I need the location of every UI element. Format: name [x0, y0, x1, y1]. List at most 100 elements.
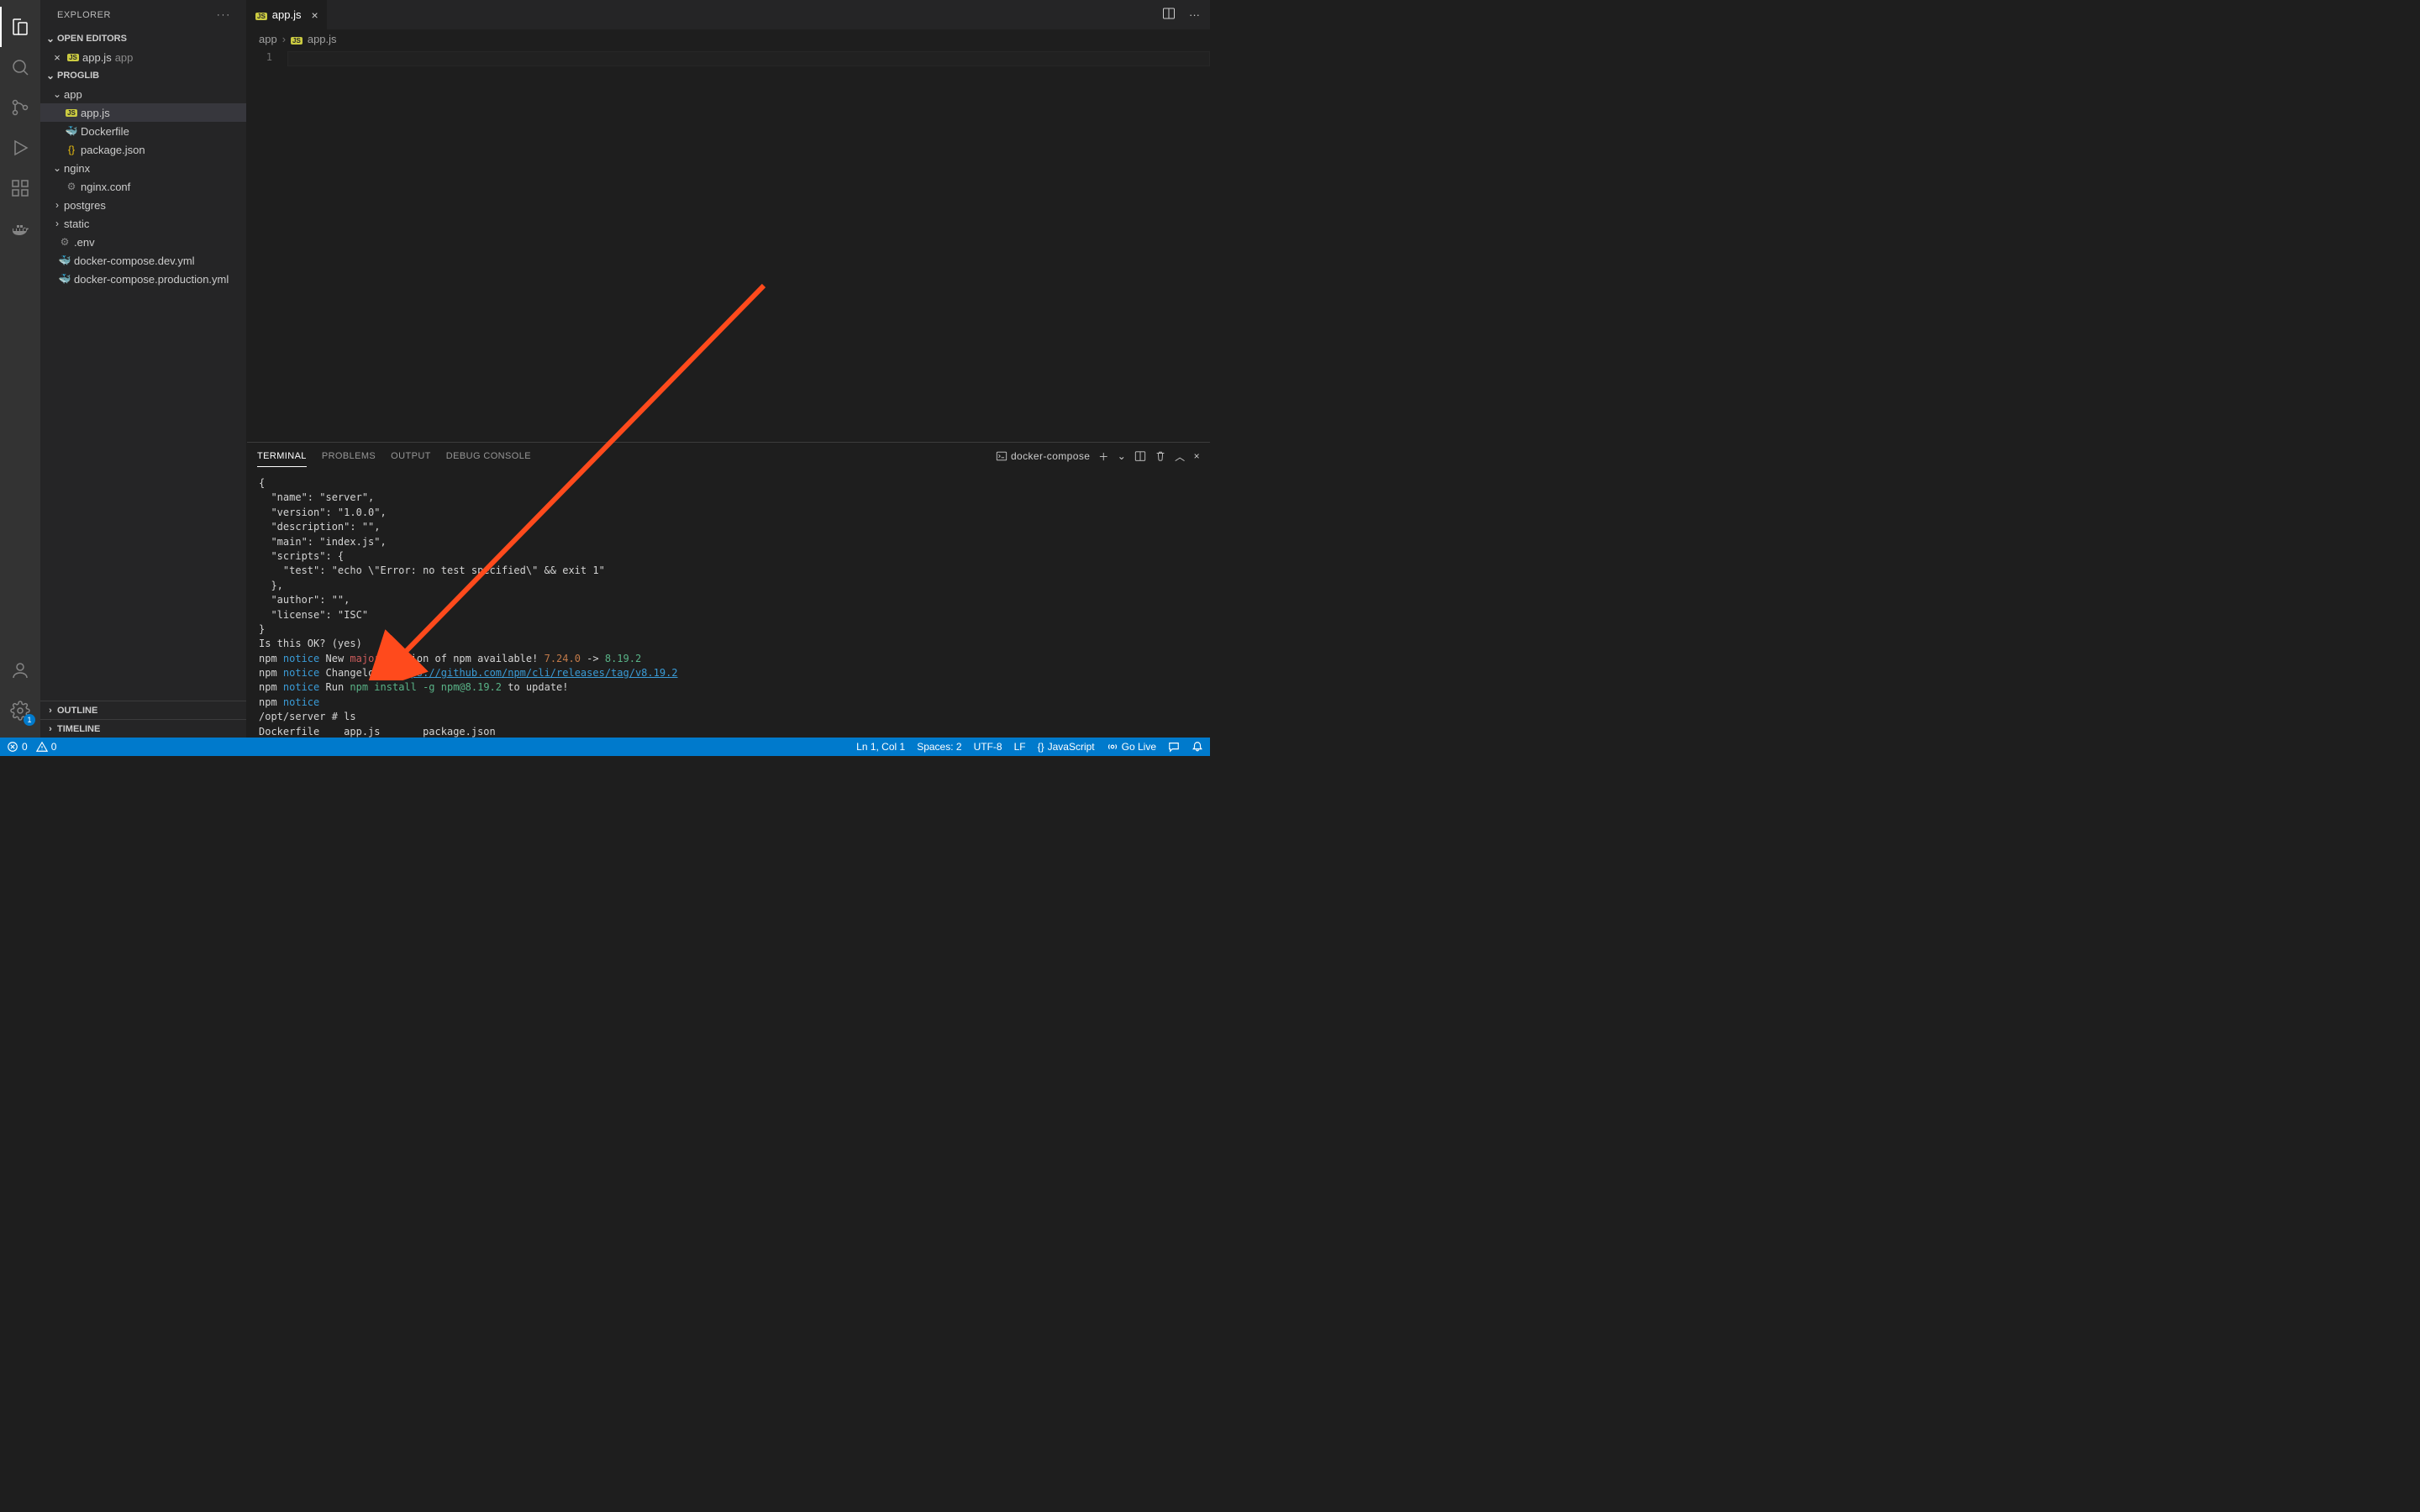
folder-label: postgres [64, 199, 106, 212]
status-spaces[interactable]: Spaces: 2 [917, 741, 961, 753]
outline-label: OUTLINE [57, 706, 97, 716]
status-language-label: JavaScript [1048, 741, 1095, 753]
terminal-line: npm notice Changelog: https://github.com… [259, 666, 1198, 680]
folder-static[interactable]: › static [40, 214, 246, 233]
js-file-icon: JS [291, 33, 302, 45]
tab-app-js[interactable]: JS app.js × [247, 0, 328, 29]
chevron-right-icon: › [282, 33, 286, 45]
source-control-icon[interactable] [0, 87, 40, 128]
open-editor-item[interactable]: × JS app.js app [40, 48, 246, 66]
more-actions-icon[interactable]: ··· [1186, 5, 1203, 24]
folder-label: static [64, 218, 89, 230]
status-errors[interactable]: 0 [7, 741, 28, 753]
status-language[interactable]: {} JavaScript [1038, 741, 1095, 753]
split-terminal-icon[interactable] [1134, 450, 1146, 462]
file-label: package.json [81, 144, 145, 156]
file-app-js[interactable]: JS app.js [40, 103, 246, 122]
file-nginx-conf[interactable]: ⚙ nginx.conf [40, 177, 246, 196]
kill-terminal-icon[interactable] [1155, 450, 1166, 462]
tabs-bar: JS app.js × ··· [247, 0, 1210, 29]
editor-body[interactable]: 1 [247, 48, 1210, 442]
panel-tabs: TERMINAL PROBLEMS OUTPUT DEBUG CONSOLE d… [247, 443, 1210, 470]
terminal-line: } [259, 622, 1198, 637]
chevron-right-icon: › [50, 218, 64, 229]
terminal-line: npm notice [259, 696, 1198, 710]
close-icon[interactable]: × [312, 8, 318, 22]
terminal-line: "version": "1.0.0", [259, 506, 1198, 520]
status-golive[interactable]: Go Live [1107, 741, 1156, 753]
accounts-icon[interactable] [0, 650, 40, 690]
tab-terminal[interactable]: TERMINAL [257, 446, 307, 467]
tab-output[interactable]: OUTPUT [391, 446, 431, 466]
terminal-line: Dockerfile app.js package.json [259, 725, 1198, 738]
config-file-icon: ⚙ [64, 181, 79, 192]
tab-problems[interactable]: PROBLEMS [322, 446, 376, 466]
terminal-line: /opt/server # ls [259, 710, 1198, 724]
timeline-label: TIMELINE [57, 724, 100, 734]
status-feedback-icon[interactable] [1168, 741, 1180, 753]
status-warnings-count: 0 [51, 741, 57, 753]
chevron-down-icon: ⌄ [50, 88, 64, 100]
open-editors-section[interactable]: ⌄ OPEN EDITORS [40, 29, 246, 48]
terminal-name[interactable]: docker-compose [996, 450, 1090, 462]
terminal-line: { [259, 476, 1198, 491]
terminal-dropdown-icon[interactable]: ⌄ [1118, 450, 1126, 462]
docker-file-icon: 🐳 [57, 273, 72, 285]
settings-gear-icon[interactable]: 1 [0, 690, 40, 731]
file-label: docker-compose.dev.yml [74, 255, 195, 267]
file-label: nginx.conf [81, 181, 130, 193]
status-lncol[interactable]: Ln 1, Col 1 [856, 741, 905, 753]
sidebar: EXPLORER ··· ⌄ OPEN EDITORS × JS app.js … [40, 0, 247, 738]
editor-gutter: 1 [247, 48, 287, 442]
breadcrumbs[interactable]: app › JS app.js [247, 29, 1210, 48]
maximize-panel-icon[interactable]: ︿ [1175, 449, 1185, 464]
breadcrumb-segment[interactable]: app.js [308, 33, 337, 45]
explorer-more-icon[interactable]: ··· [217, 10, 231, 20]
explorer-title: EXPLORER [57, 10, 111, 20]
breadcrumb-segment[interactable]: app [259, 33, 277, 45]
file-docker-compose-dev[interactable]: 🐳 docker-compose.dev.yml [40, 251, 246, 270]
status-warnings[interactable]: 0 [36, 741, 57, 753]
tab-label: app.js [272, 8, 302, 21]
run-debug-icon[interactable] [0, 128, 40, 168]
tab-debug-console[interactable]: DEBUG CONSOLE [446, 446, 531, 466]
terminal-line: "license": "ISC" [259, 608, 1198, 622]
explorer-icon[interactable] [0, 7, 40, 47]
open-editors-label: OPEN EDITORS [57, 34, 127, 44]
json-file-icon: {} [64, 144, 79, 155]
code-surface[interactable] [287, 48, 1210, 442]
settings-badge: 1 [24, 714, 35, 726]
extensions-icon[interactable] [0, 168, 40, 208]
file-package-json[interactable]: {} package.json [40, 140, 246, 159]
folder-postgres[interactable]: › postgres [40, 196, 246, 214]
code-line[interactable] [287, 51, 1210, 66]
new-terminal-icon[interactable]: ＋ [1098, 449, 1108, 464]
folder-nginx[interactable]: ⌄ nginx [40, 159, 246, 177]
line-number: 1 [247, 51, 272, 63]
split-editor-icon[interactable] [1159, 3, 1179, 26]
outline-section[interactable]: › OUTLINE [40, 701, 246, 719]
file-docker-compose-prod[interactable]: 🐳 docker-compose.production.yml [40, 270, 246, 288]
close-panel-icon[interactable]: × [1194, 450, 1200, 462]
timeline-section[interactable]: › TIMELINE [40, 719, 246, 738]
chevron-down-icon: ⌄ [50, 162, 64, 174]
file-dockerfile[interactable]: 🐳 Dockerfile [40, 122, 246, 140]
status-golive-label: Go Live [1122, 741, 1156, 753]
search-icon[interactable] [0, 47, 40, 87]
file-env[interactable]: ⚙ .env [40, 233, 246, 251]
status-bell-icon[interactable] [1192, 741, 1203, 753]
config-file-icon: ⚙ [57, 236, 72, 248]
status-eol[interactable]: LF [1014, 741, 1026, 753]
terminal-line: "main": "index.js", [259, 535, 1198, 549]
folder-app[interactable]: ⌄ app [40, 85, 246, 103]
terminal-line: "author": "", [259, 593, 1198, 607]
status-encoding[interactable]: UTF-8 [974, 741, 1002, 753]
status-bar: 0 0 Ln 1, Col 1 Spaces: 2 UTF-8 LF {} Ja… [0, 738, 1210, 756]
explorer-header: EXPLORER ··· [40, 0, 246, 29]
close-icon[interactable]: × [50, 51, 64, 64]
docker-icon[interactable] [0, 208, 40, 249]
terminal-body[interactable]: { "name": "server", "version": "1.0.0", … [247, 470, 1210, 738]
terminal-line: "scripts": { [259, 549, 1198, 564]
project-section[interactable]: ⌄ PROGLIB [40, 66, 246, 85]
terminal-line: "description": "", [259, 520, 1198, 534]
